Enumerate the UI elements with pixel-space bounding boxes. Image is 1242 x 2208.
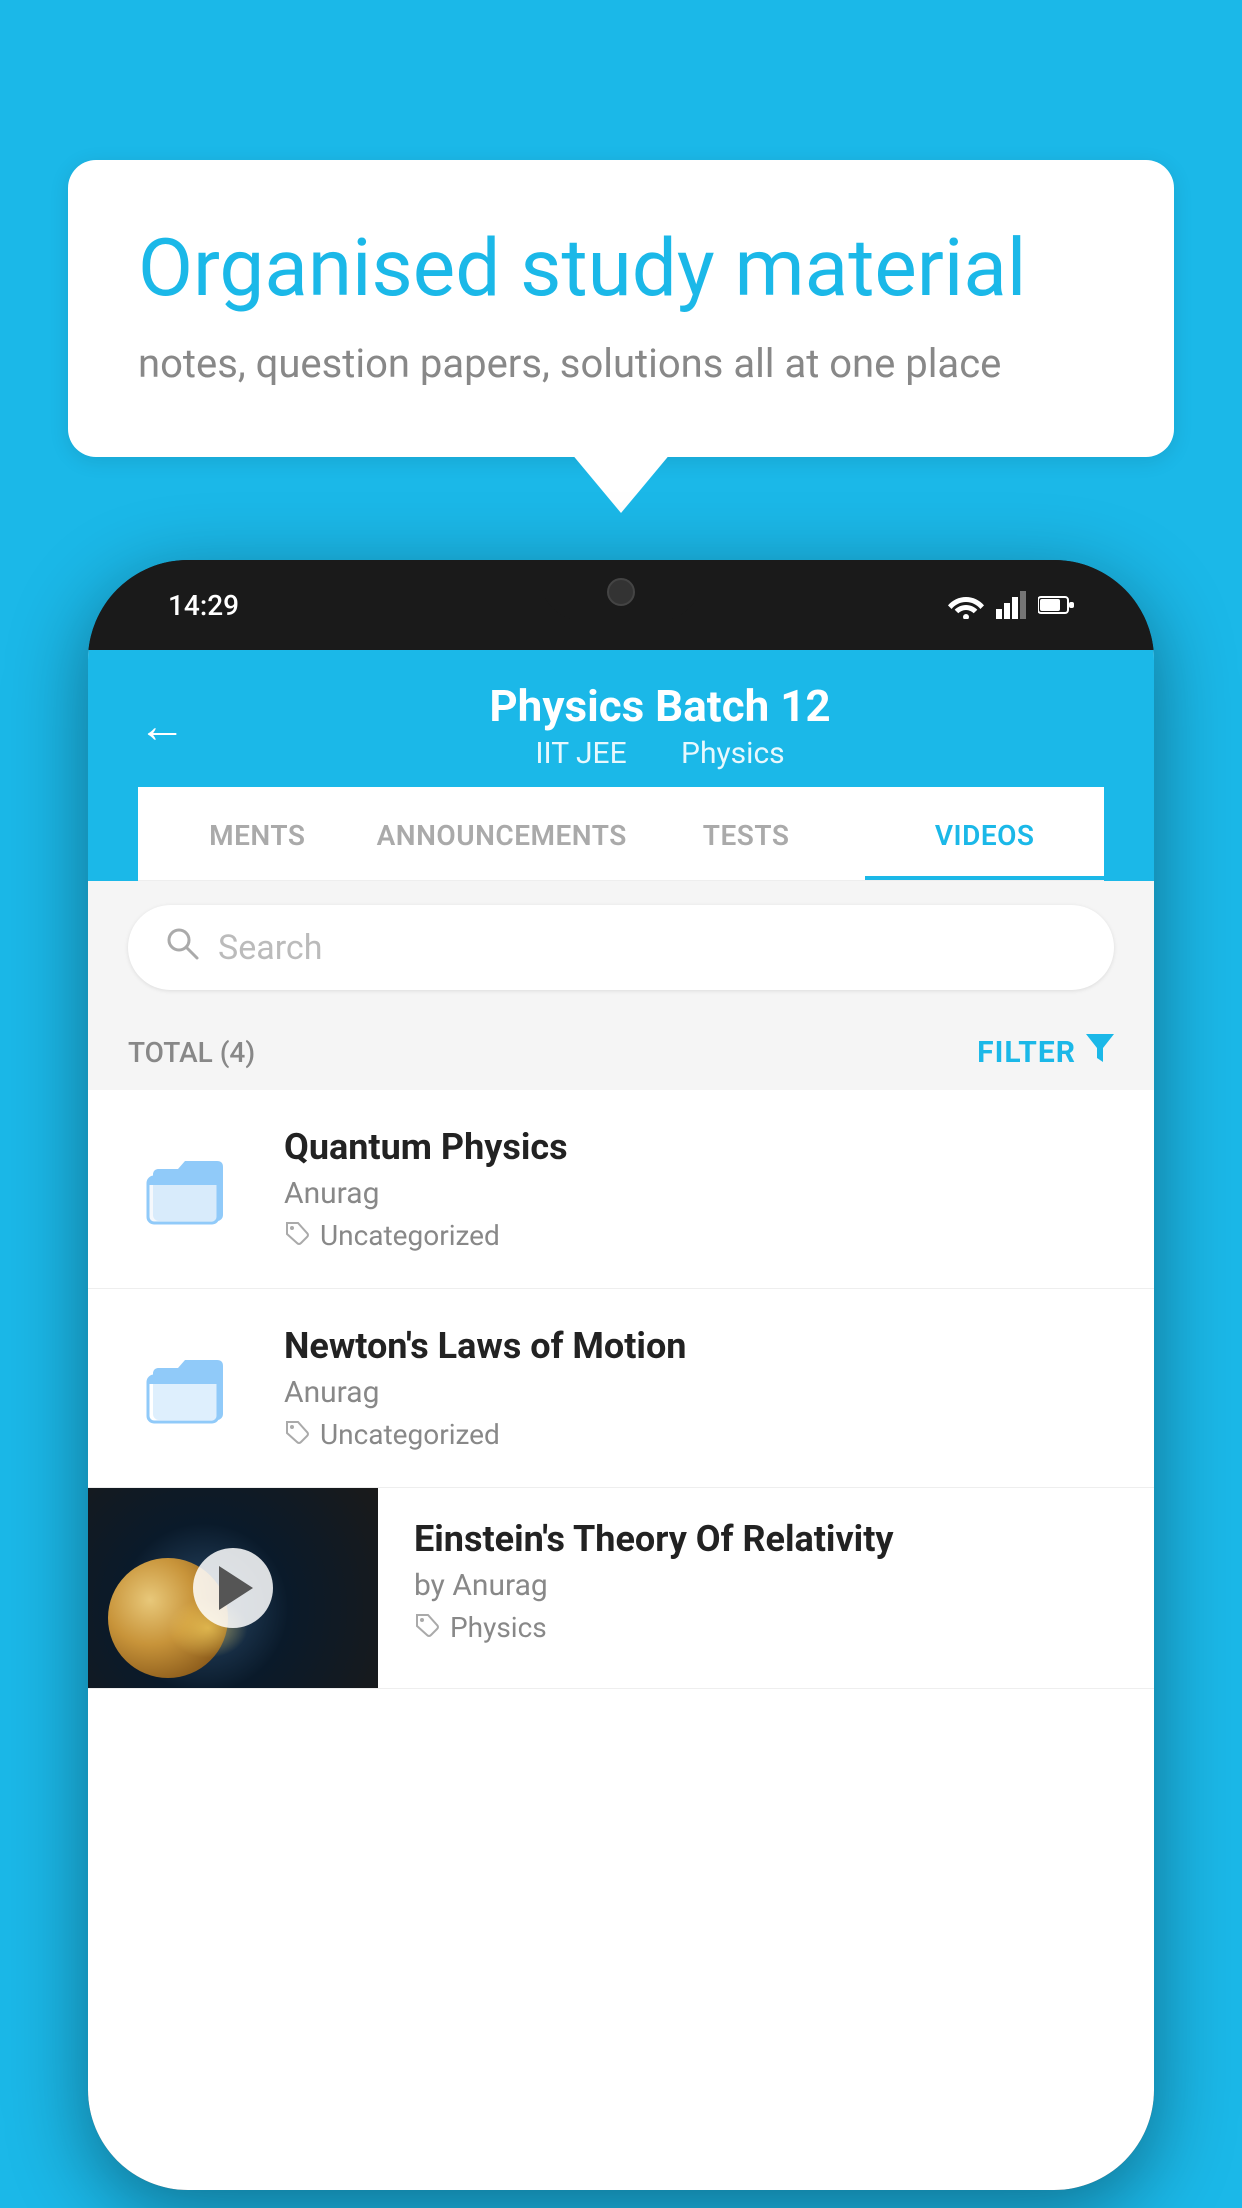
item-tag: Uncategorized — [284, 1418, 1114, 1451]
video-author: by Anurag — [414, 1568, 1124, 1603]
item-tag-text: Uncategorized — [320, 1219, 500, 1252]
status-bar: 14:29 — [88, 560, 1154, 650]
phone-camera — [607, 578, 635, 606]
header-nav: ← Physics Batch 12 IIT JEE Physics — [138, 680, 1104, 771]
tab-ments[interactable]: MENTS — [138, 787, 377, 880]
header-subtitle-iitjee: IIT JEE — [535, 736, 626, 771]
item-tag: Uncategorized — [284, 1219, 1114, 1252]
video-item-content: Einstein's Theory Of Relativity by Anura… — [378, 1488, 1154, 1674]
list-item-video[interactable]: Einstein's Theory Of Relativity by Anura… — [88, 1488, 1154, 1689]
header-title: Physics Batch 12 — [216, 680, 1104, 732]
search-placeholder: Search — [218, 928, 322, 968]
play-triangle-icon — [219, 1566, 253, 1610]
status-icons — [948, 591, 1074, 619]
list-item[interactable]: Newton's Laws of Motion Anurag Uncategor… — [88, 1289, 1154, 1488]
video-tag-text: Physics — [450, 1611, 547, 1644]
filter-button[interactable]: FILTER — [977, 1034, 1114, 1070]
list-item-content: Newton's Laws of Motion Anurag Uncategor… — [284, 1325, 1114, 1451]
phone-screen: ← Physics Batch 12 IIT JEE Physics MENTS — [88, 650, 1154, 2190]
tag-icon — [284, 1419, 310, 1451]
back-button[interactable]: ← — [138, 697, 186, 754]
tab-announcements[interactable]: ANNOUNCEMENTS — [377, 787, 627, 880]
video-thumbnail — [88, 1488, 378, 1688]
filter-row: TOTAL (4) FILTER — [88, 1014, 1154, 1090]
phone-frame: 14:29 — [88, 560, 1154, 2190]
tab-tests[interactable]: TESTS — [627, 787, 866, 880]
item-title: Quantum Physics — [284, 1126, 1114, 1168]
tabs: MENTS ANNOUNCEMENTS TESTS VIDEOS — [138, 787, 1104, 881]
total-count: TOTAL (4) — [128, 1036, 255, 1069]
video-title: Einstein's Theory Of Relativity — [414, 1518, 1124, 1560]
list-item-content: Quantum Physics Anurag Uncategorized — [284, 1126, 1114, 1252]
battery-icon — [1038, 595, 1074, 615]
item-title: Newton's Laws of Motion — [284, 1325, 1114, 1367]
search-bar[interactable]: Search — [128, 905, 1114, 990]
speech-bubble: Organised study material notes, question… — [68, 160, 1174, 457]
filter-funnel-icon — [1086, 1034, 1114, 1070]
header-title-block: Physics Batch 12 IIT JEE Physics — [216, 680, 1104, 771]
phone-notch — [541, 560, 701, 620]
tab-videos[interactable]: VIDEOS — [865, 787, 1104, 880]
filter-label: FILTER — [977, 1035, 1076, 1070]
video-tag: Physics — [414, 1611, 1124, 1644]
search-icon — [164, 925, 200, 970]
search-container: Search — [88, 881, 1154, 1014]
content-list: Quantum Physics Anurag Uncategorized — [88, 1090, 1154, 1689]
app-header: ← Physics Batch 12 IIT JEE Physics MENTS — [88, 650, 1154, 881]
list-item[interactable]: Quantum Physics Anurag Uncategorized — [88, 1090, 1154, 1289]
header-subtitle: IIT JEE Physics — [216, 736, 1104, 771]
wifi-icon — [948, 591, 984, 619]
item-tag-text: Uncategorized — [320, 1418, 500, 1451]
status-time: 14:29 — [168, 589, 239, 622]
header-subtitle-physics: Physics — [681, 736, 785, 771]
speech-bubble-title: Organised study material — [138, 220, 1104, 316]
play-button[interactable] — [193, 1548, 273, 1628]
item-author: Anurag — [284, 1375, 1114, 1410]
header-subtitle-separator — [650, 736, 665, 771]
folder-icon — [128, 1126, 248, 1246]
folder-icon — [128, 1325, 248, 1445]
tag-icon — [414, 1612, 440, 1644]
tag-icon — [284, 1220, 310, 1252]
speech-bubble-subtitle: notes, question papers, solutions all at… — [138, 340, 1104, 387]
item-author: Anurag — [284, 1176, 1114, 1211]
signal-icon — [996, 591, 1026, 619]
